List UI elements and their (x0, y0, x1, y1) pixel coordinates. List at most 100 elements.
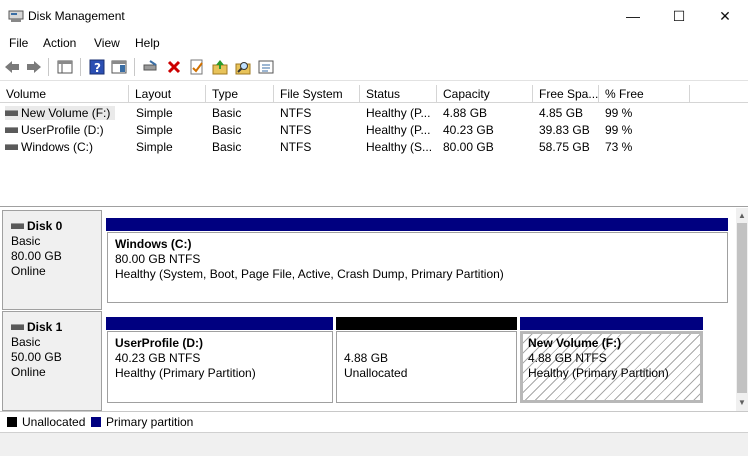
check-disk-icon[interactable] (189, 59, 205, 75)
volume-name: UserProfile (D:) (21, 123, 104, 137)
back-arrow-icon[interactable] (4, 59, 20, 75)
settings-list-icon[interactable] (258, 59, 274, 75)
status-cell: Healthy (P... (366, 106, 431, 120)
scroll-down-arrow-icon[interactable]: ▼ (738, 398, 746, 407)
partition-size: 40.23 GB NTFS (115, 351, 201, 365)
volume-row-new-volume[interactable]: New Volume (F:) Simple Basic NTFS Health… (0, 105, 748, 122)
volume-name-cell: Windows (C:) (5, 140, 93, 154)
connect-drive-icon[interactable] (142, 59, 158, 75)
menu-view[interactable]: View (94, 36, 120, 50)
disk-0-label[interactable]: Disk 0 Basic 80.00 GB Online (2, 210, 102, 310)
partition-status: Healthy (Primary Partition) (115, 366, 256, 380)
disk-management-app-icon (8, 9, 24, 23)
legend-primary-swatch (91, 417, 101, 427)
title-bar: Disk Management — ☐ ✕ (0, 0, 748, 32)
column-header-capacity[interactable]: Capacity (437, 85, 533, 103)
disk-view-scrollbar[interactable]: ▲ ▼ (736, 208, 748, 411)
column-header-filler (690, 85, 748, 103)
type-cell: Basic (212, 106, 242, 120)
svg-text:?: ? (94, 61, 101, 75)
column-header-layout[interactable]: Layout (129, 85, 206, 103)
disk-name: Disk 0 (27, 219, 63, 233)
window-title: Disk Management (28, 9, 125, 23)
column-header-free-space[interactable]: Free Spa... (533, 85, 599, 103)
column-header-percent-free[interactable]: % Free (599, 85, 690, 103)
show-hide-console-tree-icon[interactable] (57, 59, 73, 75)
volume-name: New Volume (F:) (21, 106, 111, 120)
explore-search-icon[interactable] (235, 59, 251, 75)
free-space-cell: 4.85 GB (539, 106, 584, 120)
partition-status: Unallocated (344, 366, 408, 380)
partition-title: New Volume (F:) (528, 336, 622, 350)
scroll-up-arrow-icon[interactable]: ▲ (738, 211, 746, 220)
layout-cell: Simple (136, 123, 173, 137)
volume-list: Volume Layout Type File System Status Ca… (0, 85, 748, 207)
status-cell: Healthy (P... (366, 123, 431, 137)
open-folder-icon[interactable] (212, 59, 228, 75)
volume-name-cell: New Volume (F:) (5, 106, 115, 120)
free-space-cell: 58.75 GB (539, 140, 590, 154)
toolbar: ? (0, 54, 748, 81)
partition-new-volume-f[interactable]: New Volume (F:) 4.88 GB NTFS Healthy (Pr… (520, 331, 703, 403)
menu-bar: File Action View Help (0, 32, 748, 54)
partition-windows-c[interactable]: Windows (C:) 80.00 GB NTFS Healthy (Syst… (107, 232, 728, 303)
file-system-cell: NTFS (280, 106, 312, 120)
maximize-button[interactable]: ☐ (656, 0, 702, 32)
free-space-cell: 39.83 GB (539, 123, 590, 137)
partition-status: Healthy (System, Boot, Page File, Active… (115, 267, 504, 281)
disk-state: Online (11, 264, 46, 278)
legend-bar: Unallocated Primary partition (0, 411, 748, 432)
minimize-button[interactable]: — (610, 0, 656, 32)
legend-unallocated-swatch (7, 417, 17, 427)
disk-size: 80.00 GB (11, 249, 62, 263)
capacity-cell: 4.88 GB (443, 106, 488, 120)
forward-arrow-icon[interactable] (26, 59, 42, 75)
percent-free-cell: 99 % (605, 123, 633, 137)
percent-free-cell: 99 % (605, 106, 633, 120)
help-icon[interactable]: ? (89, 59, 105, 75)
delete-icon[interactable] (166, 59, 182, 75)
legend-primary-label: Primary partition (106, 415, 194, 429)
drive-icon (5, 126, 18, 133)
volume-row-userprofile[interactable]: UserProfile (D:) Simple Basic NTFS Healt… (0, 122, 748, 139)
file-system-cell: NTFS (280, 123, 312, 137)
column-header-volume[interactable]: Volume (0, 85, 129, 103)
type-cell: Basic (212, 140, 242, 154)
partition-userprofile-d[interactable]: UserProfile (D:) 40.23 GB NTFS Healthy (… (107, 331, 333, 403)
capacity-cell: 80.00 GB (443, 140, 494, 154)
partition-title: UserProfile (D:) (115, 336, 204, 350)
volume-row-windows[interactable]: Windows (C:) Simple Basic NTFS Healthy (… (0, 139, 748, 156)
disk-icon (11, 222, 24, 229)
partition-status: Healthy (Primary Partition) (528, 366, 669, 380)
partition-bar-windows (106, 218, 728, 231)
volume-name-cell: UserProfile (D:) (5, 123, 104, 137)
partition-title: Windows (C:) (115, 237, 192, 251)
disk-type: Basic (11, 234, 41, 248)
disk-1-label[interactable]: Disk 1 Basic 50.00 GB Online (2, 311, 102, 411)
status-bar (0, 432, 748, 456)
menu-file[interactable]: File (9, 36, 28, 50)
volume-name: Windows (C:) (21, 140, 94, 154)
properties-pane-icon[interactable] (111, 59, 127, 75)
partition-unallocated[interactable]: 4.88 GB Unallocated (336, 331, 517, 403)
disk-icon (11, 323, 24, 330)
partition-size: 4.88 GB (344, 351, 389, 365)
column-header-status[interactable]: Status (360, 85, 437, 103)
type-cell: Basic (212, 123, 242, 137)
column-header-file-system[interactable]: File System (274, 85, 360, 103)
menu-help[interactable]: Help (135, 36, 160, 50)
drive-icon (5, 143, 18, 150)
menu-action[interactable]: Action (43, 36, 76, 50)
column-header-type[interactable]: Type (206, 85, 274, 103)
close-button[interactable]: ✕ (702, 0, 748, 32)
scrollbar-thumb[interactable] (737, 223, 747, 393)
layout-cell: Simple (136, 106, 173, 120)
disk-state: Online (11, 365, 46, 379)
drive-icon (5, 109, 18, 116)
disk-type: Basic (11, 335, 41, 349)
partition-bar-new-volume (520, 317, 703, 330)
disk-size: 50.00 GB (11, 350, 62, 364)
percent-free-cell: 73 % (605, 140, 633, 154)
layout-cell: Simple (136, 140, 173, 154)
partition-bar-userprofile (106, 317, 333, 330)
